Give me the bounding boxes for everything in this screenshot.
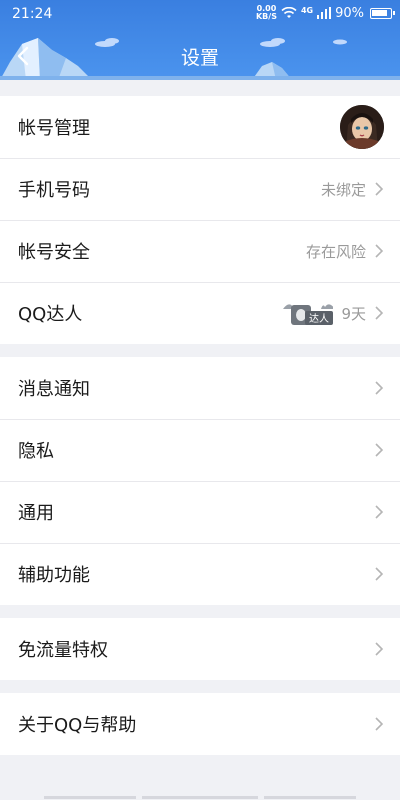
row-label: 消息通知	[18, 379, 90, 400]
chevron-right-icon	[375, 505, 384, 519]
row-label: 隐私	[18, 441, 54, 462]
page-title: 设置	[180, 47, 219, 69]
row-privacy[interactable]: 隐私	[0, 419, 400, 481]
status-bar: 21:24 0.00 KB/S 4G 90%	[0, 0, 400, 30]
row-label: 关于QQ与帮助	[18, 715, 137, 736]
phone-status-value: 未绑定	[320, 180, 366, 199]
chevron-right-icon	[375, 443, 384, 457]
row-free-data-privilege[interactable]: 免流量特权	[0, 618, 400, 680]
signal-icon	[317, 7, 332, 19]
row-notifications[interactable]: 消息通知	[0, 357, 400, 419]
row-label: 手机号码	[18, 180, 90, 201]
wifi-icon	[281, 7, 297, 18]
row-label: 帐号安全	[18, 242, 90, 263]
status-time: 21:24	[12, 6, 53, 22]
chevron-right-icon	[375, 244, 384, 258]
chevron-right-icon	[375, 567, 384, 581]
badge-text: 达人	[309, 313, 329, 325]
security-status-value: 存在风险	[305, 242, 366, 261]
row-accessibility[interactable]: 辅助功能	[0, 543, 400, 605]
avatar	[340, 105, 384, 149]
row-label: 帐号管理	[18, 118, 90, 139]
settings-group-general: 消息通知 隐私 通用 辅助功能	[0, 357, 400, 605]
chevron-right-icon	[375, 381, 384, 395]
chevron-right-icon	[375, 642, 384, 656]
daren-days-value: 9天	[341, 304, 366, 323]
chevron-right-icon	[375, 182, 384, 196]
qq-daren-badge-icon: 达人	[281, 299, 334, 327]
row-label: QQ达人	[18, 304, 83, 325]
header-bar: 21:24 0.00 KB/S 4G 90% 设置	[0, 0, 400, 80]
network-speed: 0.00 KB/S	[255, 4, 277, 21]
network-type: 4G	[300, 5, 314, 15]
row-phone-number[interactable]: 手机号码 未绑定	[0, 158, 400, 220]
row-qq-daren[interactable]: QQ达人 达人 9天	[0, 282, 400, 344]
row-account-management[interactable]: 帐号管理	[0, 96, 400, 158]
settings-group-about: 关于QQ与帮助	[0, 693, 400, 755]
row-general[interactable]: 通用	[0, 481, 400, 543]
row-about-help[interactable]: 关于QQ与帮助	[0, 693, 400, 755]
bottom-scroll-hint	[0, 796, 400, 800]
battery-icon	[370, 7, 395, 19]
settings-group-account: 帐号管理 手机号码 未绑定 帐号安全 存在风险 QQ达人 达人 9天	[0, 96, 400, 344]
status-icons: 0.00 KB/S 4G 90%	[255, 4, 395, 21]
row-account-security[interactable]: 帐号安全 存在风险	[0, 220, 400, 282]
chevron-right-icon	[375, 306, 384, 320]
battery-percent: 90%	[335, 5, 364, 21]
chevron-right-icon	[375, 717, 384, 731]
settings-list: 帐号管理 手机号码 未绑定 帐号安全 存在风险 QQ达人 达人 9天 消息通知 …	[0, 80, 400, 755]
row-label: 通用	[18, 503, 54, 524]
row-label: 辅助功能	[18, 565, 90, 586]
settings-group-data: 免流量特权	[0, 618, 400, 680]
row-label: 免流量特权	[18, 640, 108, 661]
